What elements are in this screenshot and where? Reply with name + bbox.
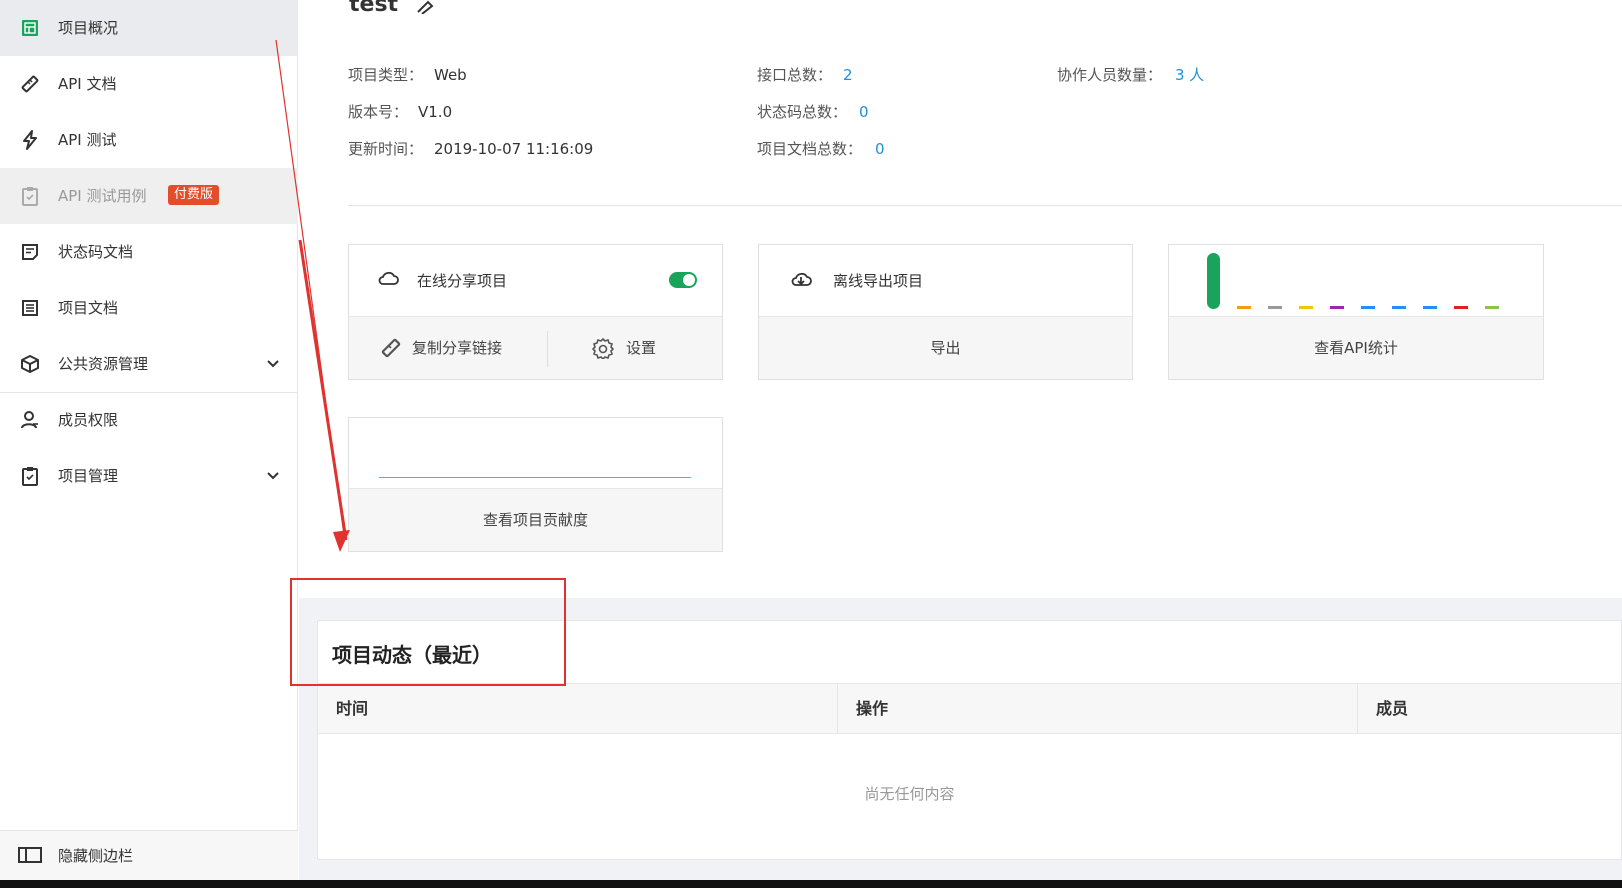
cloud-icon	[378, 271, 399, 285]
sidebar-item-label: 项目概况	[58, 19, 119, 37]
share-title: 在线分享项目	[417, 272, 508, 290]
share-toggle[interactable]	[669, 272, 697, 288]
view-contribution-label: 查看项目贡献度	[482, 511, 588, 529]
chevron-down-icon[interactable]	[264, 467, 282, 485]
user-icon	[20, 410, 40, 430]
empty-state-text: 尚无任何内容	[864, 785, 955, 803]
sidebar-item-label: 项目管理	[58, 467, 119, 485]
view-api-stats-button[interactable]: 查看API统计	[1169, 316, 1543, 379]
sidebar-item-api-test[interactable]: API 测试	[0, 112, 298, 168]
cloud-download-icon	[791, 272, 812, 286]
share-settings-label: 设置	[626, 339, 657, 357]
sidebar-item-project-manage[interactable]: 项目管理	[0, 448, 298, 504]
api-stats-chart	[1169, 245, 1543, 317]
stats-bar	[1392, 306, 1406, 309]
chevron-down-icon[interactable]	[264, 355, 282, 373]
paid-badge: 付费版	[168, 185, 220, 205]
sidebar-item-label: API 测试用例	[58, 187, 147, 205]
version-label: 版本号：	[348, 103, 409, 121]
sidebar-item-label: 项目文档	[58, 299, 119, 317]
share-actions: 复制分享链接 设置	[349, 316, 722, 379]
hide-sidebar-label: 隐藏侧边栏	[58, 847, 134, 865]
sidebar-item-api-doc[interactable]: API 文档	[0, 56, 298, 112]
column-time: 时间	[336, 699, 369, 718]
sidebar-icon	[18, 846, 42, 868]
stats-bar	[1423, 306, 1437, 309]
stats-bar	[1268, 306, 1282, 309]
share-settings-button[interactable]: 设置	[548, 317, 724, 379]
lightning-icon	[20, 130, 40, 150]
export-title: 离线导出项目	[833, 272, 924, 290]
ruler-icon	[20, 74, 40, 94]
stats-bar	[1330, 306, 1344, 309]
export-card: 离线导出项目 导出	[758, 244, 1133, 380]
doc-total-label: 项目文档总数：	[757, 140, 863, 158]
sidebar-item-api-test-case[interactable]: API 测试用例	[0, 168, 298, 224]
members-count-value[interactable]: 3 人	[1175, 65, 1204, 85]
stats-bar	[1485, 306, 1499, 309]
column-action: 操作	[856, 699, 889, 718]
stats-bar	[1207, 253, 1220, 309]
project-type-value: Web	[434, 66, 467, 84]
stats-bar	[1299, 306, 1313, 309]
clipboard-check-icon	[20, 466, 40, 486]
sidebar: 项目概况 API 文档 API 测试 API 测试用例 付费版 状态码文档 项目…	[0, 0, 298, 880]
document-icon	[20, 298, 40, 318]
sidebar-item-public-resources[interactable]: 公共资源管理	[0, 336, 298, 392]
sidebar-item-overview[interactable]: 项目概况	[0, 0, 298, 56]
updated-time-value: 2019-10-07 11:16:09	[434, 140, 594, 158]
export-button-label: 导出	[930, 339, 961, 357]
sidebar-item-project-doc[interactable]: 项目文档	[0, 280, 298, 336]
note-icon	[20, 242, 40, 262]
contribution-card: 查看项目贡献度	[348, 417, 723, 552]
stats-bar	[1361, 306, 1375, 309]
updated-time-label: 更新时间：	[348, 140, 424, 158]
cube-icon	[20, 354, 40, 374]
status-total-label: 状态码总数：	[757, 103, 848, 121]
ruler-icon	[381, 338, 401, 358]
copy-share-link-button[interactable]: 复制分享链接	[349, 317, 547, 379]
table-icon	[20, 18, 40, 38]
annotation-box	[290, 578, 566, 686]
stats-bar	[1454, 306, 1468, 309]
edit-icon[interactable]	[414, 0, 436, 14]
share-card: 在线分享项目 复制分享链接 设置	[348, 244, 723, 380]
stats-bar	[1237, 306, 1251, 309]
gear-icon	[592, 337, 614, 359]
doc-total-value[interactable]: 0	[875, 139, 885, 159]
status-total-value[interactable]: 0	[859, 102, 869, 122]
sidebar-item-label: API 文档	[58, 75, 117, 93]
copy-share-link-label: 复制分享链接	[412, 339, 503, 357]
section-divider	[348, 205, 1622, 206]
sidebar-item-status-code[interactable]: 状态码文档	[0, 224, 298, 280]
column-member: 成员	[1376, 699, 1409, 718]
version-value: V1.0	[418, 103, 453, 121]
sidebar-item-members[interactable]: 成员权限	[0, 392, 298, 448]
column-divider	[837, 684, 838, 734]
clipboard-check-icon	[20, 186, 40, 206]
activity-table-header: 时间 操作 成员	[318, 683, 1621, 734]
view-api-stats-label: 查看API统计	[1314, 339, 1398, 357]
view-contribution-button[interactable]: 查看项目贡献度	[349, 488, 722, 551]
project-type-label: 项目类型：	[348, 66, 424, 84]
api-total-label: 接口总数：	[757, 66, 833, 84]
export-button[interactable]: 导出	[759, 316, 1132, 379]
column-divider	[1357, 684, 1358, 734]
taskbar-strip	[0, 880, 1622, 888]
sidebar-item-label: 公共资源管理	[58, 355, 149, 373]
members-count-label: 协作人员数量：	[1057, 66, 1163, 84]
sidebar-item-label: API 测试	[58, 131, 117, 149]
contribution-chart-line	[379, 477, 691, 478]
sidebar-item-label: 成员权限	[58, 411, 119, 429]
sidebar-item-label: 状态码文档	[58, 243, 134, 261]
api-total-value[interactable]: 2	[843, 65, 853, 85]
project-title: test	[349, 0, 399, 17]
api-stats-card: 查看API统计	[1168, 244, 1544, 380]
hide-sidebar-button[interactable]: 隐藏侧边栏	[0, 830, 298, 880]
